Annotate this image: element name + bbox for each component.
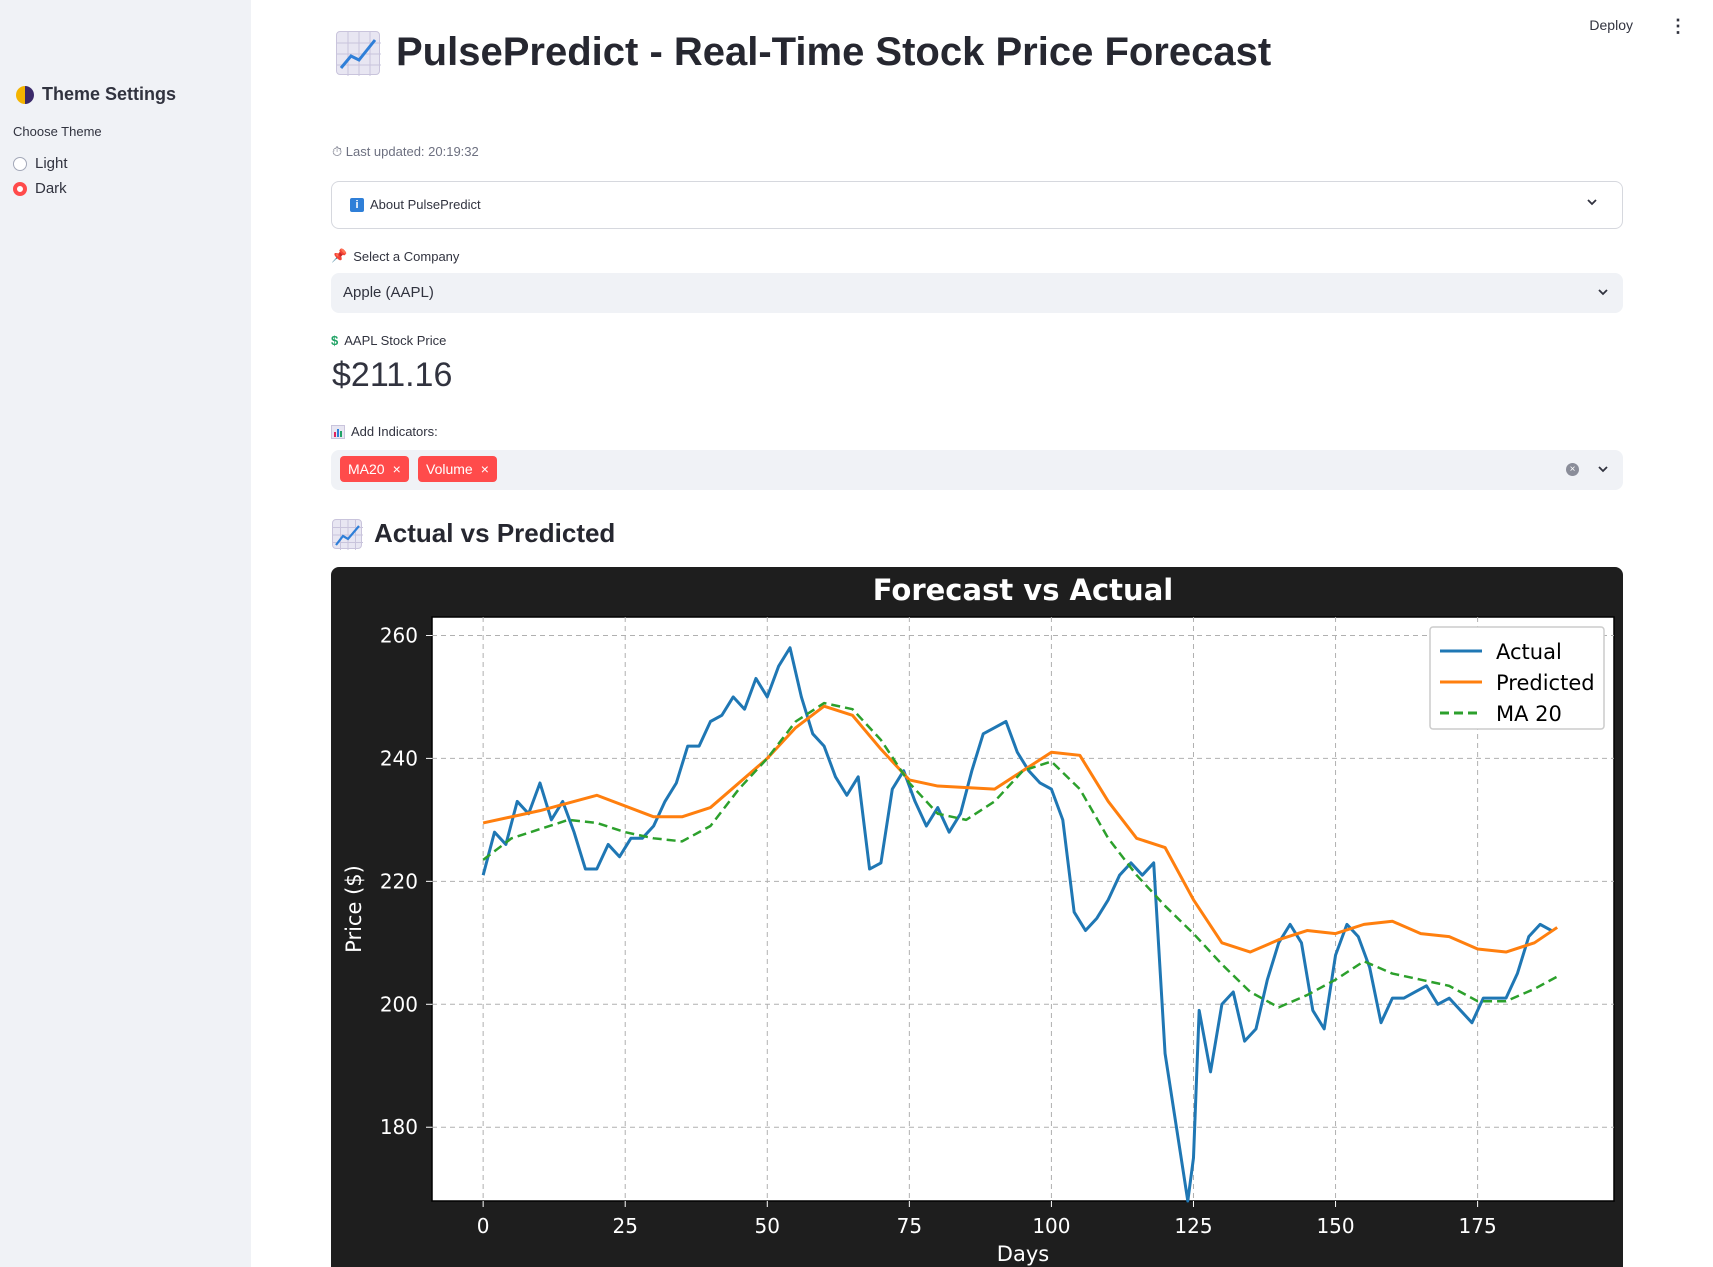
tag-ma20[interactable]: MA20 × <box>340 456 409 482</box>
company-label-text: Select a Company <box>353 248 460 264</box>
company-select-value: Apple (AAPL) <box>343 284 434 301</box>
tick-label-y: 220 <box>380 869 418 893</box>
tag-volume-label: Volume <box>426 461 473 477</box>
radio-circle-dark[interactable] <box>13 181 27 196</box>
price-label: $ AAPL Stock Price <box>331 333 446 348</box>
tick-label-y: 240 <box>380 746 418 770</box>
indicators-multiselect[interactable]: MA20 × Volume × × <box>331 450 1623 490</box>
tick-label-x: 0 <box>477 1214 490 1238</box>
page-title: PulsePredict - Real-Time Stock Price For… <box>336 30 1272 76</box>
half-moon-icon <box>16 85 34 104</box>
company-label: 📌 Select a Company <box>331 248 459 264</box>
title-text: PulsePredict - Real-Time Stock Price For… <box>396 30 1272 74</box>
indicators-label: Add Indicators: <box>331 424 438 439</box>
sidebar-header: Theme Settings <box>16 84 176 105</box>
section-header: Actual vs Predicted <box>332 518 616 550</box>
legend-label: Actual <box>1496 640 1562 664</box>
tick-label-x: 125 <box>1174 1214 1212 1238</box>
bar-chart-icon <box>331 424 345 439</box>
pushpin-icon: 📌 <box>331 248 348 263</box>
price-value: $211.16 <box>332 356 453 394</box>
radio-label-light: Light <box>35 155 68 172</box>
info-icon: i <box>350 198 364 212</box>
radio-label-dark: Dark <box>35 180 67 197</box>
dollar-icon: $ <box>331 333 339 348</box>
chart-increasing-icon <box>336 30 381 76</box>
tag-ma20-label: MA20 <box>348 461 385 477</box>
tag-volume[interactable]: Volume × <box>418 456 497 482</box>
tick-label-x: 50 <box>755 1214 780 1238</box>
chart-increasing-icon <box>332 518 363 550</box>
chevron-down-icon[interactable] <box>1586 196 1598 211</box>
last-updated: ⏱ Last updated: 20:19:32 <box>332 144 479 159</box>
tick-label-y: 200 <box>380 992 418 1016</box>
x-axis-label: Days <box>997 1242 1049 1266</box>
tick-label-y: 180 <box>380 1115 418 1139</box>
top-bar: Deploy ⋮ <box>1413 0 1713 50</box>
tick-label-x: 150 <box>1316 1214 1354 1238</box>
section-title: Actual vs Predicted <box>374 518 616 548</box>
company-select[interactable]: Apple (AAPL) <box>331 273 1623 313</box>
y-axis-label: Price ($) <box>342 865 366 953</box>
clear-all-icon[interactable]: × <box>1566 463 1579 476</box>
legend-label: MA 20 <box>1496 702 1562 726</box>
chevron-down-icon[interactable] <box>1597 463 1609 478</box>
tag-remove-icon[interactable]: × <box>393 456 401 482</box>
indicators-label-text: Add Indicators: <box>351 424 438 439</box>
sidebar: Theme Settings Choose Theme Light Dark <box>0 0 251 1267</box>
radio-circle-light[interactable] <box>13 156 27 171</box>
about-label: About PulsePredict <box>370 197 481 212</box>
tick-label-x: 100 <box>1032 1214 1070 1238</box>
tick-label-x: 25 <box>612 1214 637 1238</box>
radio-dark[interactable]: Dark <box>13 180 67 197</box>
tick-label-x: 175 <box>1459 1214 1497 1238</box>
legend-label: Predicted <box>1496 671 1595 695</box>
about-expander[interactable]: i About PulsePredict <box>331 181 1623 229</box>
tick-label-x: 75 <box>897 1214 922 1238</box>
more-menu-icon[interactable]: ⋮ <box>1669 16 1687 37</box>
sidebar-title: Theme Settings <box>42 84 177 104</box>
forecast-chart: 0 25 50 75 100 125 150 175 180 200 220 240 260 Foreca… <box>331 567 1623 1267</box>
chart-svg: 0 25 50 75 100 125 150 175 180 200 220 240 260 Foreca… <box>342 573 1615 1266</box>
tag-remove-icon[interactable]: × <box>481 456 489 482</box>
radio-light[interactable]: Light <box>13 155 68 172</box>
price-label-text: AAPL Stock Price <box>344 333 447 348</box>
chevron-down-icon[interactable] <box>1597 286 1609 301</box>
tick-label-y: 260 <box>380 623 418 647</box>
deploy-button[interactable]: Deploy <box>1589 17 1633 33</box>
chart-title: Forecast vs Actual <box>873 573 1173 607</box>
theme-label: Choose Theme <box>13 124 102 139</box>
